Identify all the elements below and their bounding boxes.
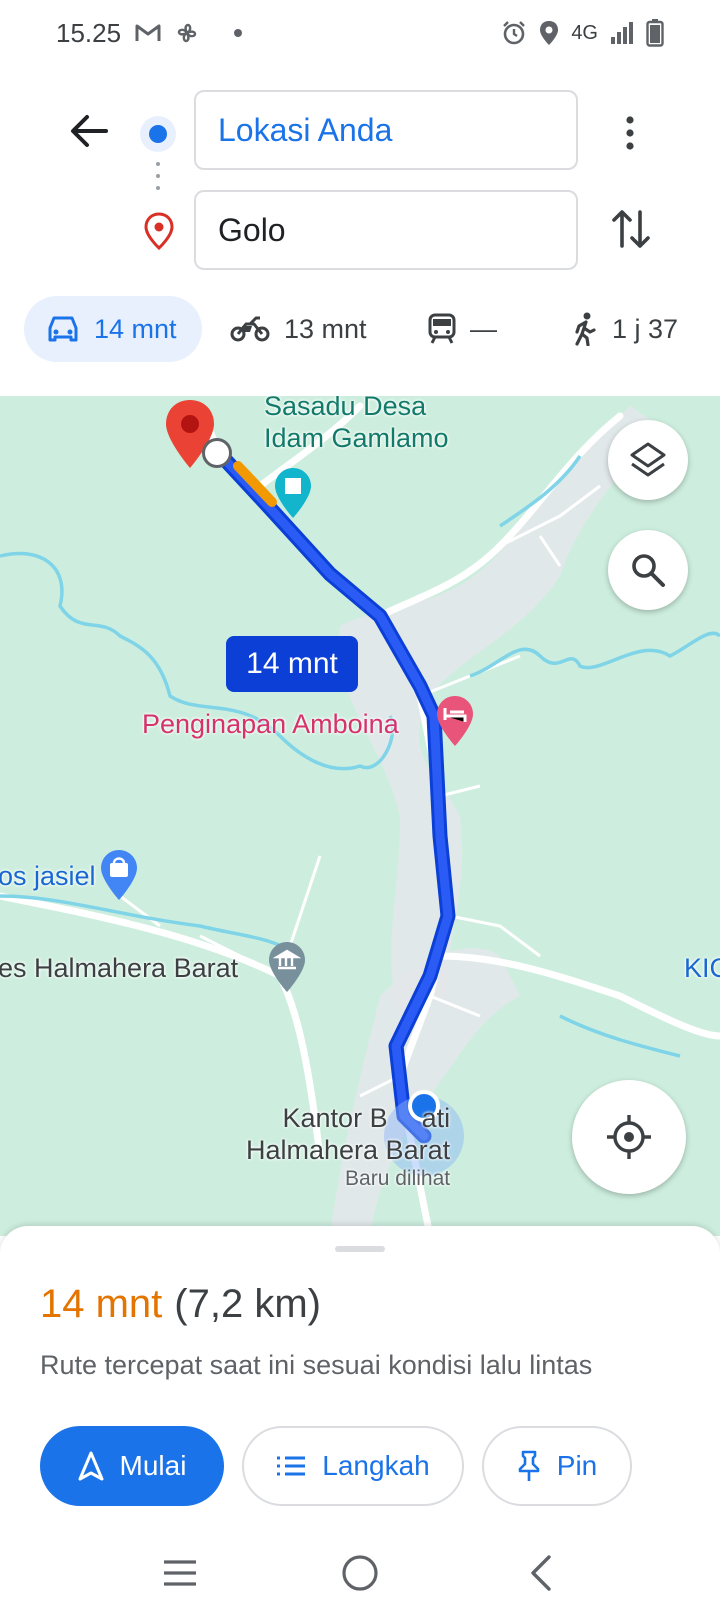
mode-walk[interactable]: 1 j 37 xyxy=(572,296,678,362)
battery-icon xyxy=(646,19,664,47)
route-summary: 14 mnt (7,2 km) xyxy=(40,1282,321,1327)
poi-sasadu-line1: Sasadu Desa xyxy=(264,396,427,421)
alarm-icon xyxy=(501,20,527,46)
back-button[interactable] xyxy=(64,106,114,156)
poi-kantor-line1-end: ati xyxy=(421,1103,451,1133)
steps-label: Langkah xyxy=(322,1450,430,1481)
motorcycle-icon xyxy=(230,316,270,342)
mode-car-label: 14 mnt xyxy=(94,313,177,344)
search-icon xyxy=(632,554,665,587)
more-vert-icon xyxy=(626,116,634,150)
shopping-poi-icon[interactable] xyxy=(98,848,140,902)
navigation-icon xyxy=(78,1451,104,1481)
train-icon xyxy=(428,313,456,344)
mode-motorcycle-label: 13 mnt xyxy=(284,313,367,344)
poi-penginapan-label[interactable]: Penginapan Amboina xyxy=(142,708,399,740)
hotel-poi-icon[interactable] xyxy=(434,694,476,748)
search-along-route-button[interactable] xyxy=(608,530,688,610)
map-view[interactable]: Sasadu Desa Idam Gamlamo Penginapan Ambo… xyxy=(0,396,720,1236)
destination-pin-icon xyxy=(144,212,174,255)
government-poi-icon[interactable] xyxy=(266,940,308,994)
system-back-button[interactable] xyxy=(510,1548,570,1598)
status-left: 15.25 xyxy=(56,18,243,49)
origin-field[interactable]: Lokasi Anda xyxy=(194,90,578,170)
mode-walk-label: 1 j 37 xyxy=(612,313,679,344)
network-type: 4G xyxy=(571,21,598,44)
route-dots-icon xyxy=(156,162,160,190)
poi-sasadu-line2: Idam Gamlamo xyxy=(264,423,449,453)
my-location-button[interactable] xyxy=(572,1080,686,1194)
recent-apps-button[interactable] xyxy=(150,1548,210,1598)
layers-icon xyxy=(630,442,666,477)
swap-vert-icon xyxy=(612,210,650,248)
sheet-drag-handle[interactable] xyxy=(335,1246,385,1252)
menu-icon xyxy=(164,1560,196,1586)
route-eta-bubble[interactable]: 14 mnt xyxy=(226,636,358,692)
mode-motorcycle[interactable]: 13 mnt xyxy=(230,296,367,362)
route-description: Rute tercepat saat ini sesuai kondisi la… xyxy=(40,1350,593,1380)
gmail-icon xyxy=(135,23,161,43)
pin-button[interactable]: Pin xyxy=(482,1426,632,1506)
swap-button[interactable] xyxy=(606,204,656,254)
poi-halmahera-label[interactable]: es Halmahera Barat xyxy=(0,952,238,984)
pin-icon xyxy=(518,1450,540,1481)
poi-kantor-line2: Halmahera Barat xyxy=(246,1135,451,1165)
poi-kantor-line1: Kantor B ati xyxy=(246,1102,451,1134)
fan-icon xyxy=(175,21,199,45)
list-icon xyxy=(277,1456,306,1476)
route-distance: (7,2 km) xyxy=(174,1282,321,1326)
layers-button[interactable] xyxy=(608,420,688,500)
chevron-left-icon xyxy=(531,1555,551,1591)
system-navigation-bar xyxy=(0,1534,720,1612)
mode-car[interactable]: 14 mnt xyxy=(24,296,202,362)
more-options-button[interactable] xyxy=(612,108,648,158)
pin-label: Pin xyxy=(556,1450,598,1481)
origin-text: Lokasi Anda xyxy=(218,111,393,148)
dot-icon xyxy=(233,28,243,38)
poi-kantor-label[interactable]: Kantor B ati Halmahera Barat Baru dilihat xyxy=(246,1102,450,1192)
car-icon xyxy=(48,316,78,342)
poi-kantor-recent: Baru dilihat xyxy=(345,1167,451,1190)
start-label: Mulai xyxy=(119,1450,187,1481)
origin-dot-icon xyxy=(140,116,176,152)
status-time: 15.25 xyxy=(56,17,122,48)
poi-jasiel-label[interactable]: os jasiel xyxy=(0,860,96,892)
directions-header: Lokasi Anda Golo 14 mnt 13 mnt — 1 j 37 xyxy=(0,66,720,396)
start-button[interactable]: Mulai xyxy=(40,1426,224,1506)
poi-kic-label[interactable]: KIC xyxy=(684,952,720,984)
home-circle-icon xyxy=(342,1555,378,1591)
route-actions: Mulai Langkah Pin xyxy=(40,1426,700,1506)
poi-sasadu-label[interactable]: Sasadu Desa Idam Gamlamo xyxy=(264,396,449,454)
route-end-dot xyxy=(202,438,232,468)
arrow-back-icon xyxy=(71,115,108,147)
status-bar: 15.25 4G xyxy=(0,0,720,66)
walk-icon xyxy=(575,312,596,346)
mode-transit[interactable]: — xyxy=(428,296,497,362)
mode-transit-label: — xyxy=(470,313,497,344)
route-time: 14 mnt xyxy=(40,1282,163,1326)
signal-icon xyxy=(610,21,634,45)
steps-button[interactable]: Langkah xyxy=(242,1426,464,1506)
landmark-poi-icon[interactable] xyxy=(272,466,314,520)
status-right: 4G xyxy=(501,19,664,47)
crosshair-icon xyxy=(607,1115,651,1159)
travel-modes: 14 mnt 13 mnt — 1 j 37 xyxy=(24,296,704,362)
location-icon xyxy=(539,20,559,46)
home-button[interactable] xyxy=(330,1548,390,1598)
destination-field[interactable]: Golo xyxy=(194,190,578,270)
poi-kantor-line1-start: Kantor B xyxy=(282,1103,388,1133)
destination-text: Golo xyxy=(218,211,286,248)
route-summary-sheet[interactable]: 14 mnt (7,2 km) Rute tercepat saat ini s… xyxy=(0,1226,720,1534)
